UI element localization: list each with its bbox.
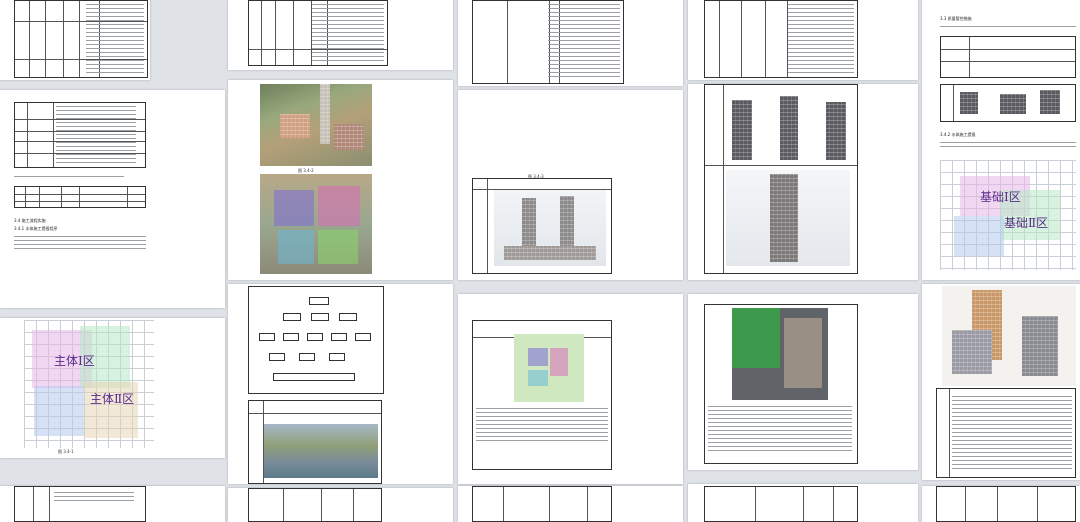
bim-model-icon bbox=[942, 286, 1076, 386]
building-render-icon bbox=[956, 88, 1066, 116]
zone-label: 基础Ⅰ区 bbox=[980, 190, 1021, 204]
page-col4-towers bbox=[688, 84, 918, 280]
zone-label: 主体Ⅱ区 bbox=[90, 392, 135, 406]
aerial-photo-icon bbox=[260, 84, 372, 166]
building-render-icon bbox=[494, 190, 606, 266]
aerial-photo-icon bbox=[264, 424, 378, 478]
zone-label: 主体Ⅰ区 bbox=[54, 354, 95, 368]
section-heading: 3.4 施工流程实施 bbox=[14, 218, 46, 223]
page-col1-second: 3.4 施工流程实施 3.4.1 水体施工提报程序 bbox=[0, 90, 225, 308]
page-col5-bim bbox=[922, 284, 1080, 480]
table bbox=[14, 186, 146, 208]
section-heading: 3.4.2 水体施工提报 bbox=[940, 132, 976, 137]
bim-model-icon bbox=[732, 308, 828, 400]
page-col2-orgchart bbox=[228, 284, 453, 484]
section-heading: 3.3 质量管控措施 bbox=[940, 16, 972, 21]
grid-plan-icon: 主体Ⅰ区 主体Ⅱ区 bbox=[24, 320, 154, 448]
page-col2-bottom bbox=[228, 488, 453, 522]
page-col4-bim bbox=[688, 294, 918, 470]
page-col3-top bbox=[458, 0, 683, 86]
aerial-photo-icon bbox=[260, 174, 372, 274]
section-heading: 3.4.1 水体施工提报程序 bbox=[14, 226, 58, 231]
zone-label: 基础Ⅱ区 bbox=[1004, 216, 1049, 230]
org-chart-icon bbox=[248, 286, 384, 394]
page-col1-plan: 主体Ⅰ区 主体Ⅱ区 图 3.4-1 bbox=[0, 318, 225, 458]
page-col2-photos: 图 3.4-2 bbox=[228, 80, 453, 280]
page-col5-bottom bbox=[922, 486, 1080, 522]
grid-plan-icon bbox=[514, 334, 584, 402]
page-col4-top bbox=[688, 0, 918, 80]
page-col1-bottom bbox=[0, 486, 225, 522]
page-col4-bottom bbox=[688, 484, 918, 522]
page-col3-bottom bbox=[458, 486, 683, 522]
page-col1-top bbox=[0, 0, 150, 80]
page-col3-tower: 图 3.4-3 bbox=[458, 90, 683, 280]
page-col2-top bbox=[228, 0, 453, 70]
building-render-icon bbox=[726, 170, 850, 266]
grid-plan-icon: 基础Ⅰ区 基础Ⅱ区 bbox=[940, 160, 1076, 270]
building-render-icon bbox=[726, 90, 850, 160]
page-col3-site bbox=[458, 294, 683, 484]
page-col5-top: 3.3 质量管控措施 3.4.2 水体施工提报 基础Ⅰ区 基础Ⅱ区 bbox=[922, 0, 1080, 280]
